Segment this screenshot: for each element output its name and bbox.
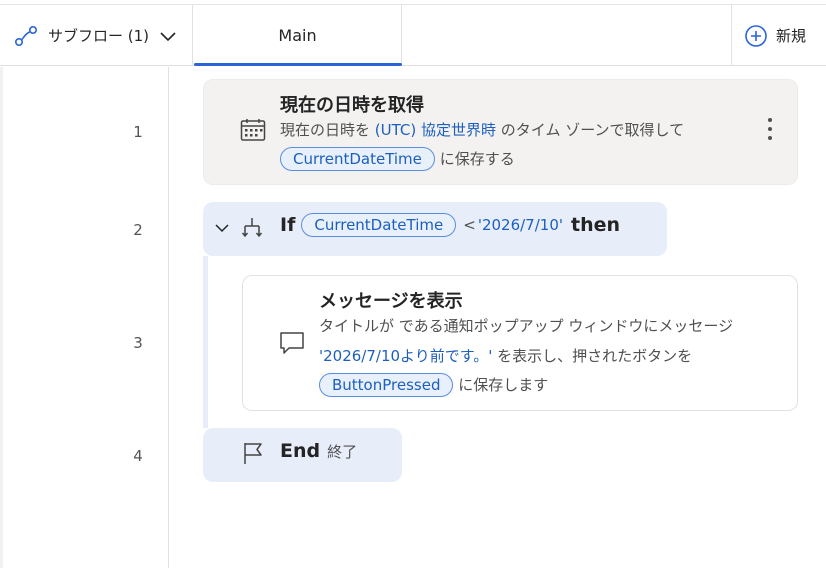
- variable-pill[interactable]: CurrentDateTime: [280, 147, 435, 171]
- end-subtitle: 終了: [327, 442, 358, 461]
- message-icon: [280, 332, 304, 354]
- message-value: '2026/7/10より前です。': [319, 347, 493, 365]
- line-number: 2: [133, 221, 143, 239]
- action-description: タイトルが である通知ポップアップ ウィンドウにメッセージ: [319, 317, 734, 335]
- action-title: メッセージを表示: [319, 291, 463, 312]
- desc-text: のタイム ゾーンで取得して: [500, 121, 685, 139]
- more-options-icon[interactable]: [764, 118, 776, 144]
- desc-text: に保存します: [458, 376, 549, 394]
- line-number: 3: [133, 334, 143, 352]
- if-condition: If CurrentDateTime < '2026/7/10' then: [280, 213, 620, 237]
- flag-icon: [244, 443, 262, 464]
- subflow-dropdown[interactable]: サブフロー (1): [0, 5, 193, 66]
- action-title: 現在の日時を取得: [280, 95, 424, 116]
- tab-bar: サブフロー (1) Main 新規: [0, 0, 826, 66]
- line-number-gutter: [0, 67, 169, 568]
- tab-main[interactable]: Main: [194, 5, 402, 66]
- line-number: 4: [133, 447, 143, 465]
- new-subflow-button[interactable]: 新規: [731, 5, 826, 66]
- action-description-line2: '2026/7/10より前です。' を表示し、押されたボタンを: [319, 345, 692, 366]
- desc-text: に保存する: [439, 150, 515, 168]
- end-keyword: End: [280, 440, 321, 462]
- action-description: 現在の日時を (UTC) 協定世界時 のタイム ゾーンで取得して: [280, 119, 684, 140]
- then-keyword: then: [571, 214, 621, 236]
- tab-selected-indicator: [194, 63, 402, 66]
- calendar-icon: [240, 119, 266, 141]
- subflow-label: サブフロー (1): [48, 27, 150, 45]
- timezone-value: (UTC) 協定世界時: [374, 121, 497, 139]
- end-label: End 終了: [280, 440, 357, 462]
- desc-text: を表示し、押されたボタンを: [497, 347, 693, 365]
- compare-value: '2026/7/10': [477, 216, 563, 234]
- plus-circle-icon: [745, 24, 767, 47]
- action-description-line3: ButtonPressed に保存します: [319, 373, 548, 397]
- chevron-down-icon: [160, 31, 176, 41]
- action-description-line2: CurrentDateTime に保存する: [280, 147, 515, 171]
- if-block-indent: [203, 256, 208, 428]
- new-subflow-label: 新規: [776, 27, 807, 45]
- operator: <: [463, 216, 476, 234]
- variable-pill[interactable]: CurrentDateTime: [301, 213, 457, 237]
- chevron-down-icon[interactable]: [214, 222, 230, 234]
- variable-pill[interactable]: ButtonPressed: [319, 373, 454, 397]
- if-keyword: If: [280, 214, 296, 236]
- tab-main-label: Main: [278, 26, 317, 45]
- desc-text: 現在の日時を: [280, 121, 371, 139]
- if-branch-icon: [241, 218, 263, 238]
- subflow-icon: [14, 25, 38, 46]
- line-number: 1: [133, 123, 143, 141]
